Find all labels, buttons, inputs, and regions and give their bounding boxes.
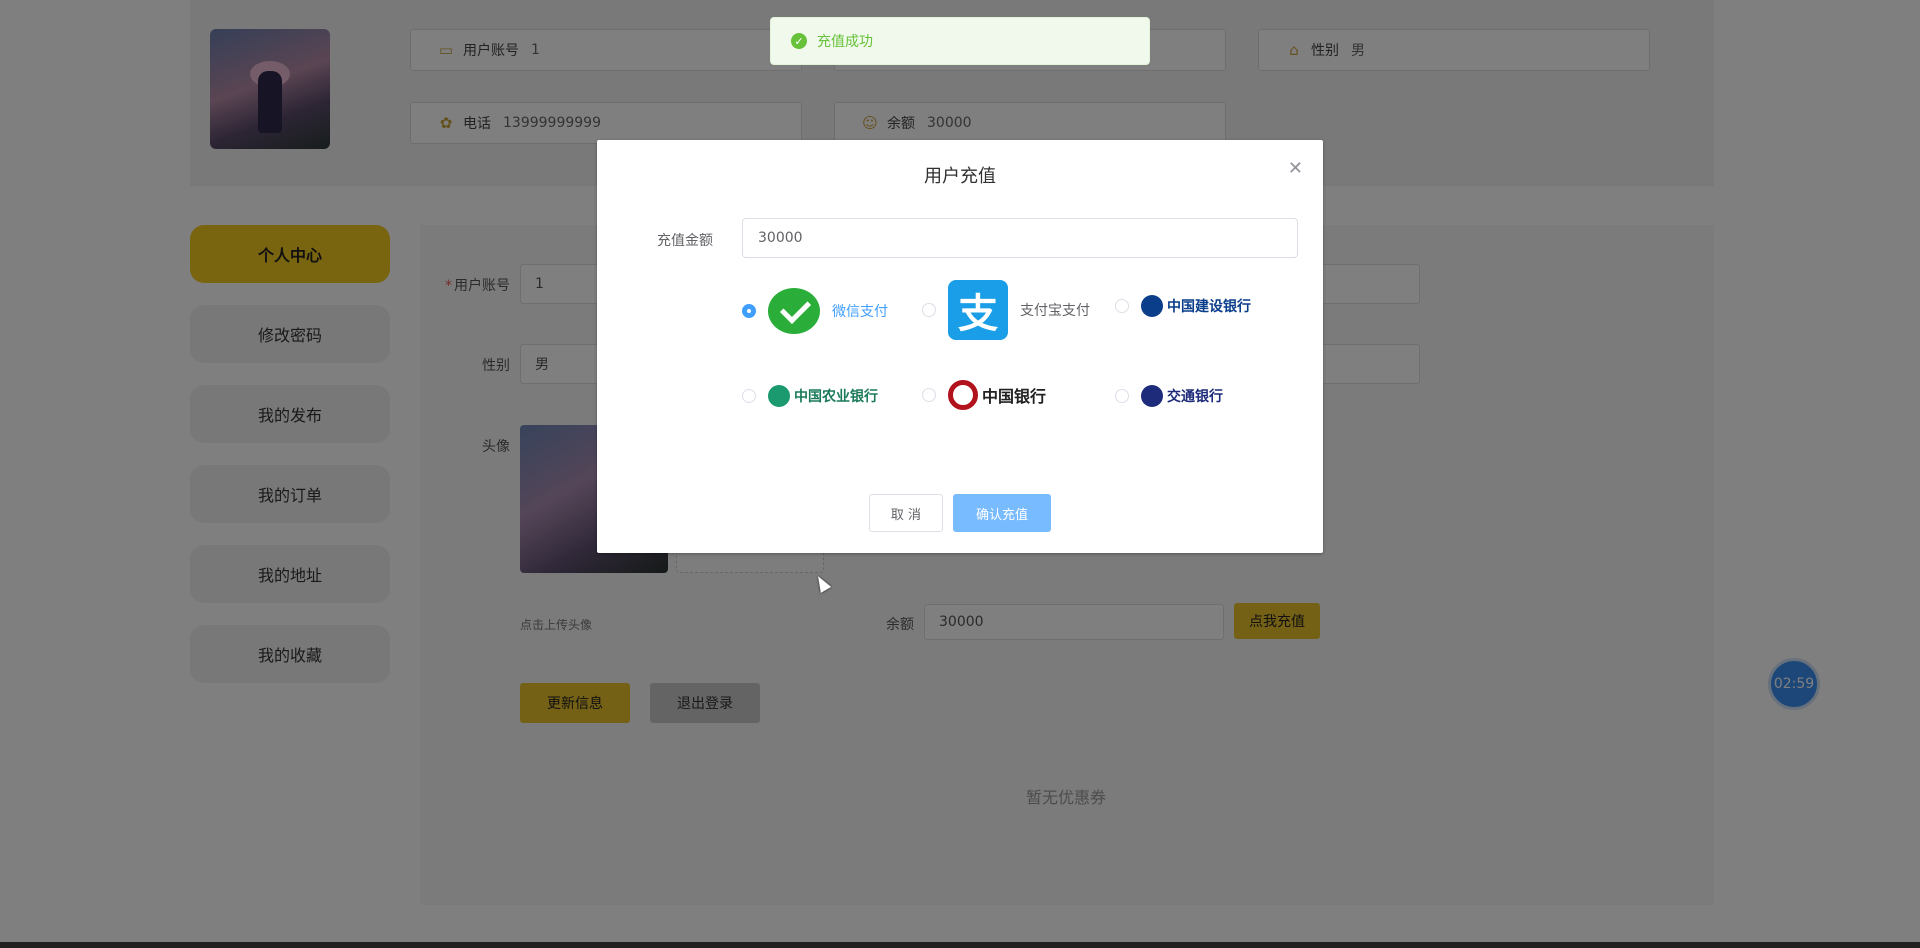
alipay-logo-icon: 支 [948, 280, 1008, 340]
bottom-bar [0, 942, 1920, 948]
success-toast: ✓ 充值成功 [770, 17, 1150, 65]
pay-option-alipay[interactable]: 支 支付宝支付 [922, 280, 1090, 340]
bocom-logo-icon: 交通银行 [1141, 385, 1223, 407]
amount-label: 充值金额 [657, 233, 713, 249]
radio-abc[interactable] [742, 389, 756, 403]
dialog-title: 用户充值 [924, 166, 996, 187]
amount-input[interactable]: 30000 [742, 218, 1298, 258]
pay-option-abc[interactable]: 中国农业银行 [742, 385, 878, 407]
abc-logo-icon: 中国农业银行 [768, 385, 878, 407]
radio-bocom[interactable] [1115, 389, 1129, 403]
cancel-button[interactable]: 取 消 [869, 494, 943, 532]
pay-option-boc[interactable]: 中国银行 [922, 380, 1046, 410]
pay-option-ccb[interactable]: 中国建设银行 [1115, 295, 1251, 317]
ccb-logo-icon: 中国建设银行 [1141, 295, 1251, 317]
radio-ccb[interactable] [1115, 299, 1129, 313]
recharge-dialog: 用户充值 ✕ 充值金额 30000 微信支付 支 支付宝支付 中国建设银行 中国… [597, 140, 1323, 553]
check-icon: ✓ [791, 33, 807, 49]
pay-option-wechat[interactable]: 微信支付 [742, 288, 888, 334]
confirm-recharge-button[interactable]: 确认充值 [953, 494, 1051, 532]
radio-wechat[interactable] [742, 304, 756, 318]
close-icon[interactable]: ✕ [1288, 158, 1303, 179]
wechat-logo-icon [768, 288, 820, 334]
pay-option-bocom[interactable]: 交通银行 [1115, 385, 1223, 407]
radio-alipay[interactable] [922, 303, 936, 317]
boc-logo-icon: 中国银行 [948, 380, 1046, 410]
radio-boc[interactable] [922, 388, 936, 402]
